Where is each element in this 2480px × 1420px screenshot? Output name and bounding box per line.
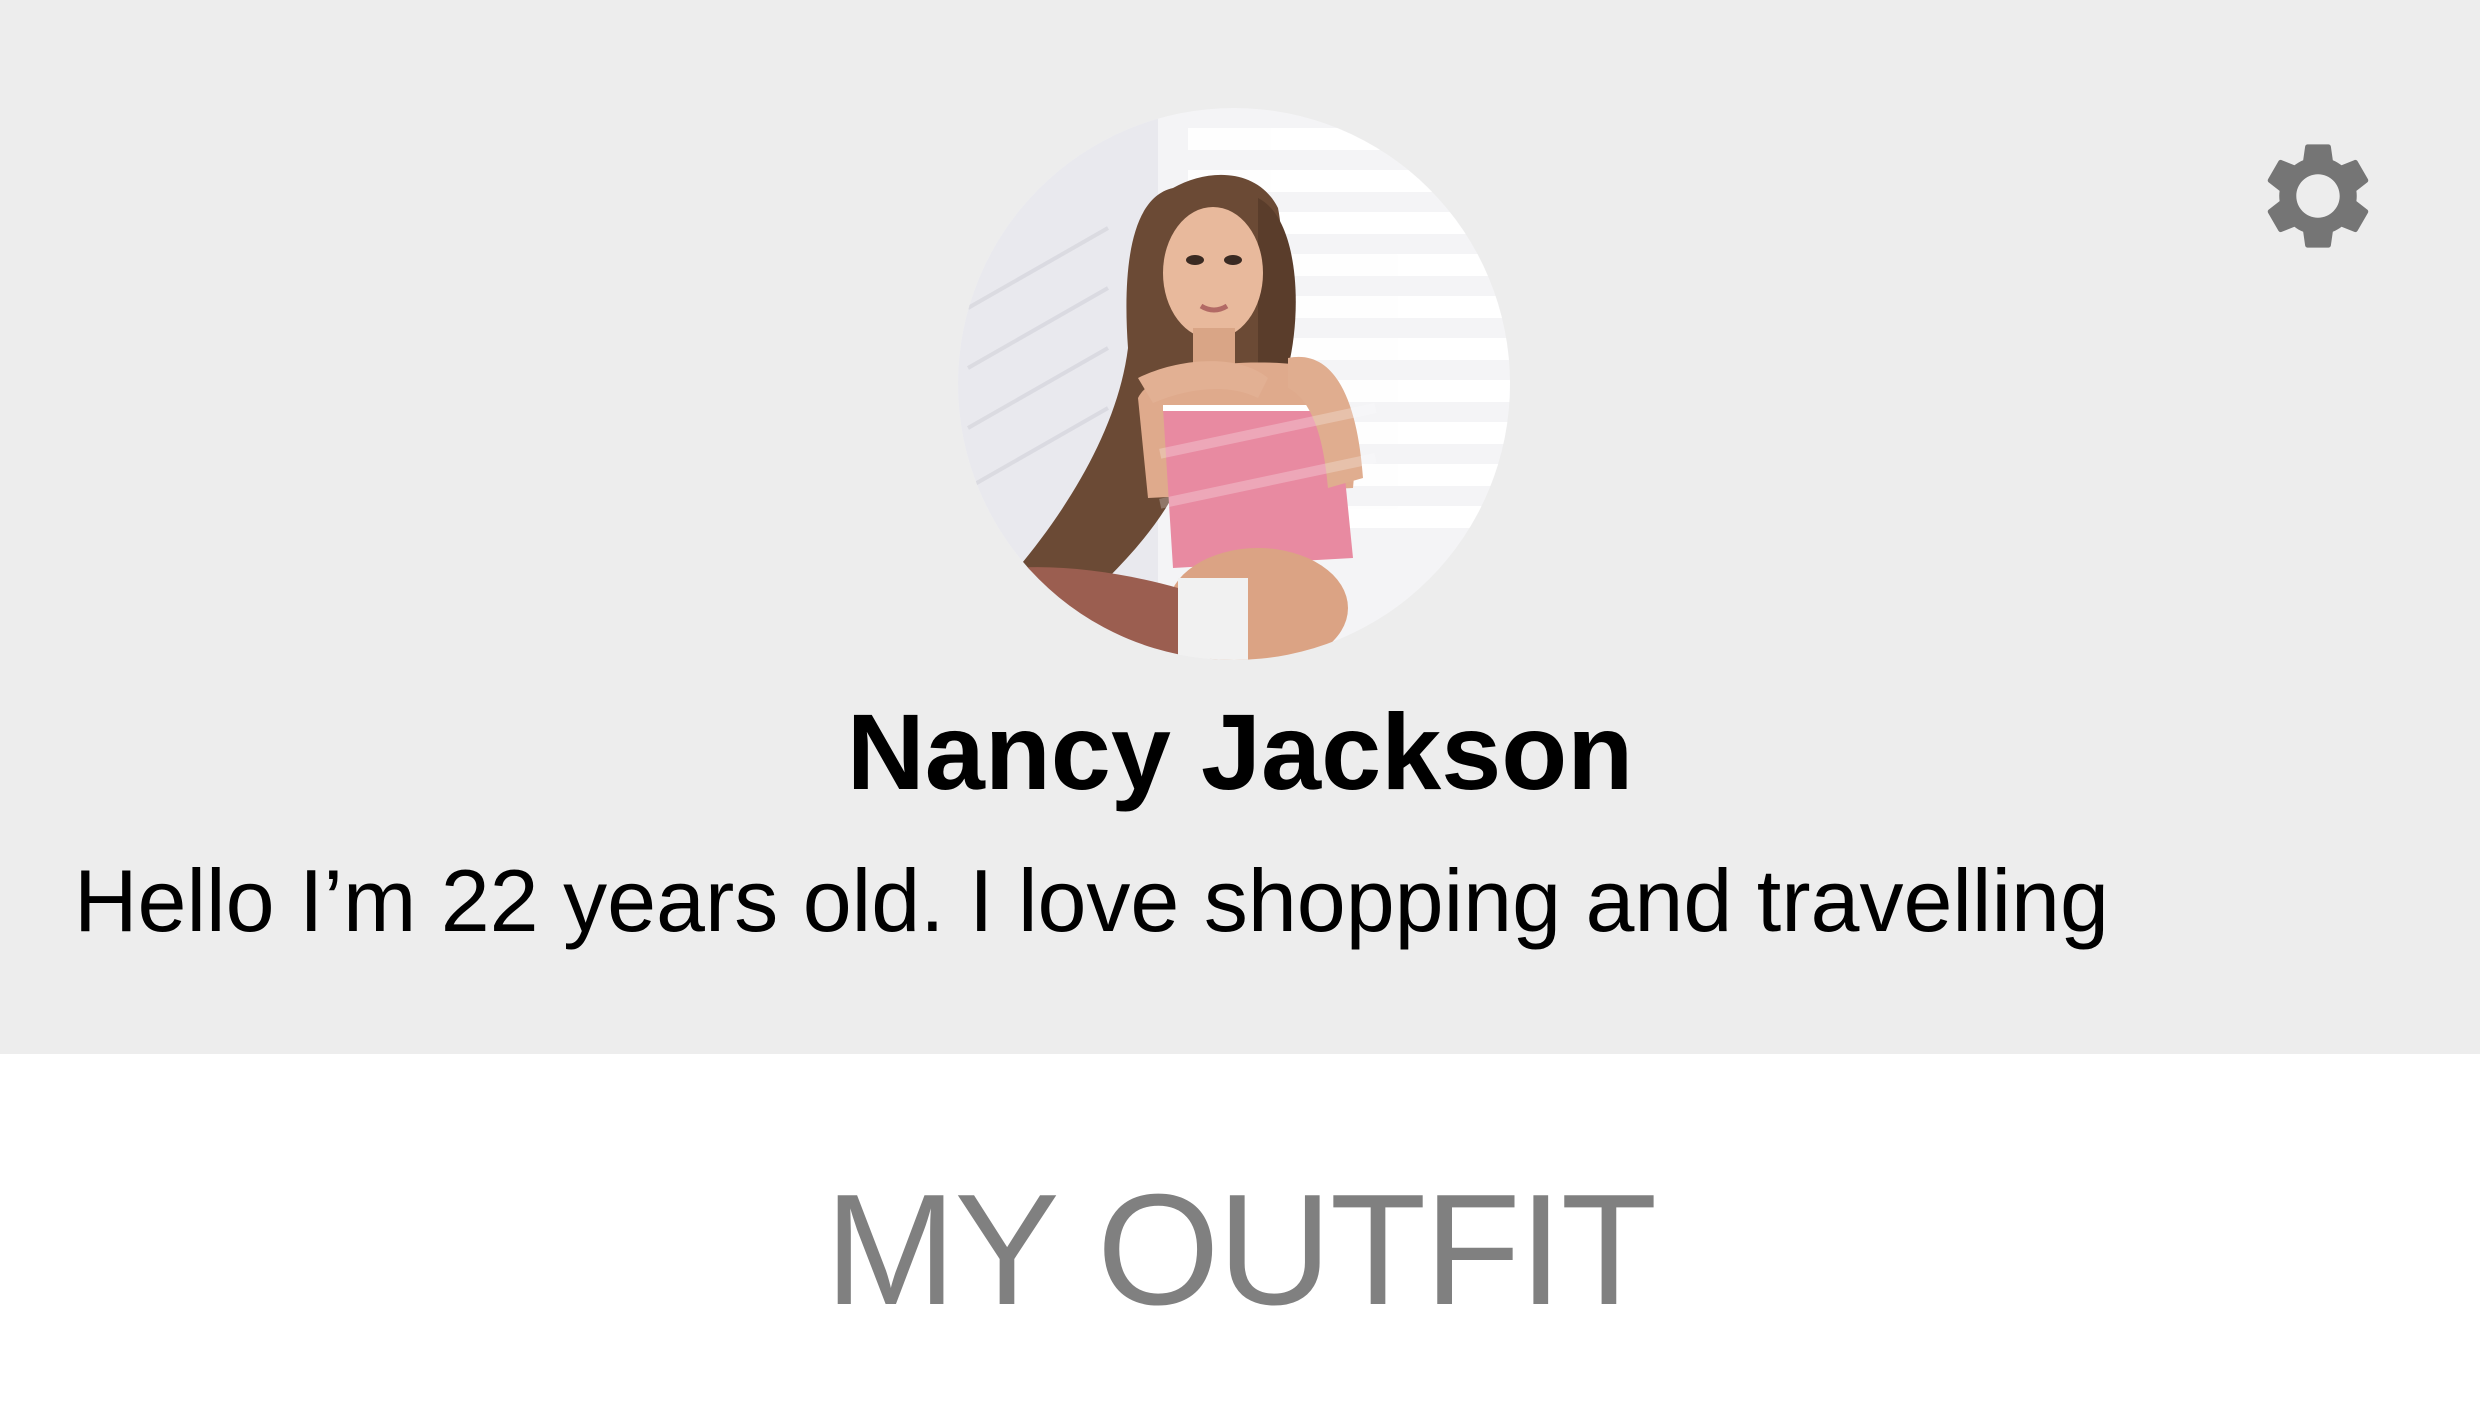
profile-photo	[958, 108, 1510, 660]
gear-icon	[2267, 144, 2369, 248]
user-name: Nancy Jackson	[846, 691, 1634, 812]
avatar[interactable]	[958, 108, 1510, 660]
profile-header: Nancy Jackson Hello I’m 22 years old. I …	[0, 0, 2480, 1054]
settings-button[interactable]	[2256, 134, 2380, 258]
section-title-my-outfit: MY OUTFIT	[824, 1162, 1657, 1338]
user-bio: Hello I’m 22 years old. I love shopping …	[74, 851, 2109, 950]
